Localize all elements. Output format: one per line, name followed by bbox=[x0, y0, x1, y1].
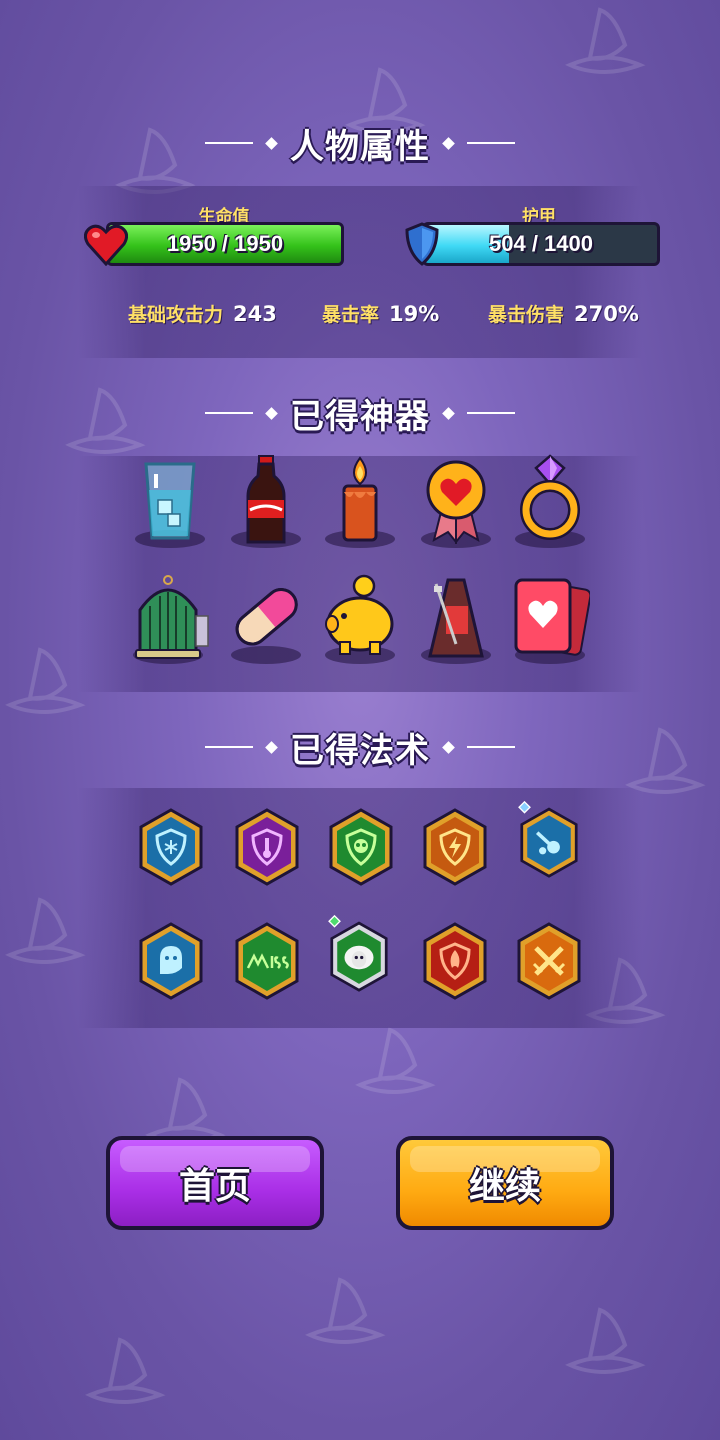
home-button[interactable]: 首页 bbox=[106, 1136, 324, 1230]
continue-button-label: 继续 bbox=[468, 1166, 541, 1207]
title-line-right bbox=[467, 142, 515, 144]
attributes-title-text: 人物属性 bbox=[290, 126, 430, 167]
spells-section-title: 已得法术 bbox=[0, 722, 720, 772]
hp-bar-group: 生命值 1950 / 1950 bbox=[84, 202, 344, 268]
wizard-hat-decoration-icon bbox=[5, 647, 86, 715]
continue-button[interactable]: 继续 bbox=[396, 1136, 614, 1230]
base-attack-label: 基础攻击力 bbox=[128, 304, 224, 326]
pill-capsule-icon[interactable] bbox=[228, 568, 304, 668]
wizard-hat-decoration-icon bbox=[565, 1307, 646, 1375]
artifacts-title-text: 已得神器 bbox=[290, 396, 430, 437]
title-diamond-left bbox=[265, 136, 278, 150]
cola-bottle-icon[interactable] bbox=[228, 452, 304, 552]
wizard-hat-decoration-icon bbox=[355, 1027, 436, 1095]
title-diamond-left bbox=[265, 740, 278, 754]
title-line-right bbox=[467, 412, 515, 414]
title-diamond-left bbox=[265, 406, 278, 420]
attributes-section-title: 人物属性 bbox=[0, 118, 720, 168]
miss-icon[interactable] bbox=[234, 922, 300, 1000]
metronome-icon[interactable] bbox=[418, 568, 494, 668]
heart-medal-icon[interactable] bbox=[418, 452, 494, 552]
sheep-icon[interactable] bbox=[326, 914, 392, 992]
armor-value: 504 / 1400 bbox=[489, 231, 593, 256]
title-diamond-right bbox=[442, 740, 455, 754]
base-attack-stat: 基础攻击力 243 bbox=[128, 300, 277, 327]
armor-bar-group: 护甲 504 / 1400 bbox=[404, 202, 660, 268]
title-line-left bbox=[205, 412, 253, 414]
title-diamond-right bbox=[442, 136, 455, 150]
artifacts-section-title: 已得神器 bbox=[0, 388, 720, 438]
crit-damage-stat: 暴击伤害 270% bbox=[488, 300, 639, 327]
candle-icon[interactable] bbox=[322, 452, 398, 552]
frost-shield-icon[interactable] bbox=[138, 808, 204, 886]
title-line-left bbox=[205, 142, 253, 144]
heart-playing-card-icon[interactable] bbox=[512, 568, 590, 668]
crit-rate-label: 暴击率 bbox=[322, 304, 380, 326]
crit-rate-value: 19% bbox=[389, 302, 440, 326]
birdcage-icon[interactable] bbox=[130, 568, 209, 668]
thermometer-shield-icon[interactable] bbox=[234, 808, 300, 886]
wizard-hat-decoration-icon bbox=[565, 7, 646, 75]
crit-damage-label: 暴击伤害 bbox=[488, 304, 565, 326]
meteor-icon[interactable] bbox=[516, 800, 582, 878]
spells-title-text: 已得法术 bbox=[290, 730, 430, 771]
crit-rate-stat: 暴击率 19% bbox=[322, 300, 439, 327]
wizard-hat-decoration-icon bbox=[305, 1277, 386, 1345]
skull-shield-icon[interactable] bbox=[328, 808, 394, 886]
wizard-hat-decoration-icon bbox=[5, 897, 86, 965]
title-diamond-right bbox=[442, 406, 455, 420]
crossed-swords-icon[interactable] bbox=[516, 922, 582, 1000]
hp-bar: 1950 / 1950 bbox=[106, 222, 344, 266]
base-attack-value: 243 bbox=[233, 302, 277, 326]
shield-icon bbox=[405, 222, 439, 266]
lightning-shield-icon[interactable] bbox=[422, 808, 488, 886]
armor-bar: 504 / 1400 bbox=[422, 222, 660, 266]
title-line-left bbox=[205, 746, 253, 748]
ghost-icon[interactable] bbox=[138, 922, 204, 1000]
fire-shield-icon[interactable] bbox=[422, 922, 488, 1000]
gem-ring-icon[interactable] bbox=[512, 452, 588, 552]
title-line-right bbox=[467, 746, 515, 748]
heart-icon bbox=[84, 224, 128, 266]
home-button-label: 首页 bbox=[178, 1166, 251, 1207]
wizard-hat-decoration-icon bbox=[85, 1337, 166, 1405]
piggy-bank-icon[interactable] bbox=[322, 568, 398, 668]
hp-value: 1950 / 1950 bbox=[166, 231, 284, 256]
crit-damage-value: 270% bbox=[574, 302, 639, 326]
ice-water-glass-icon[interactable] bbox=[132, 452, 208, 552]
